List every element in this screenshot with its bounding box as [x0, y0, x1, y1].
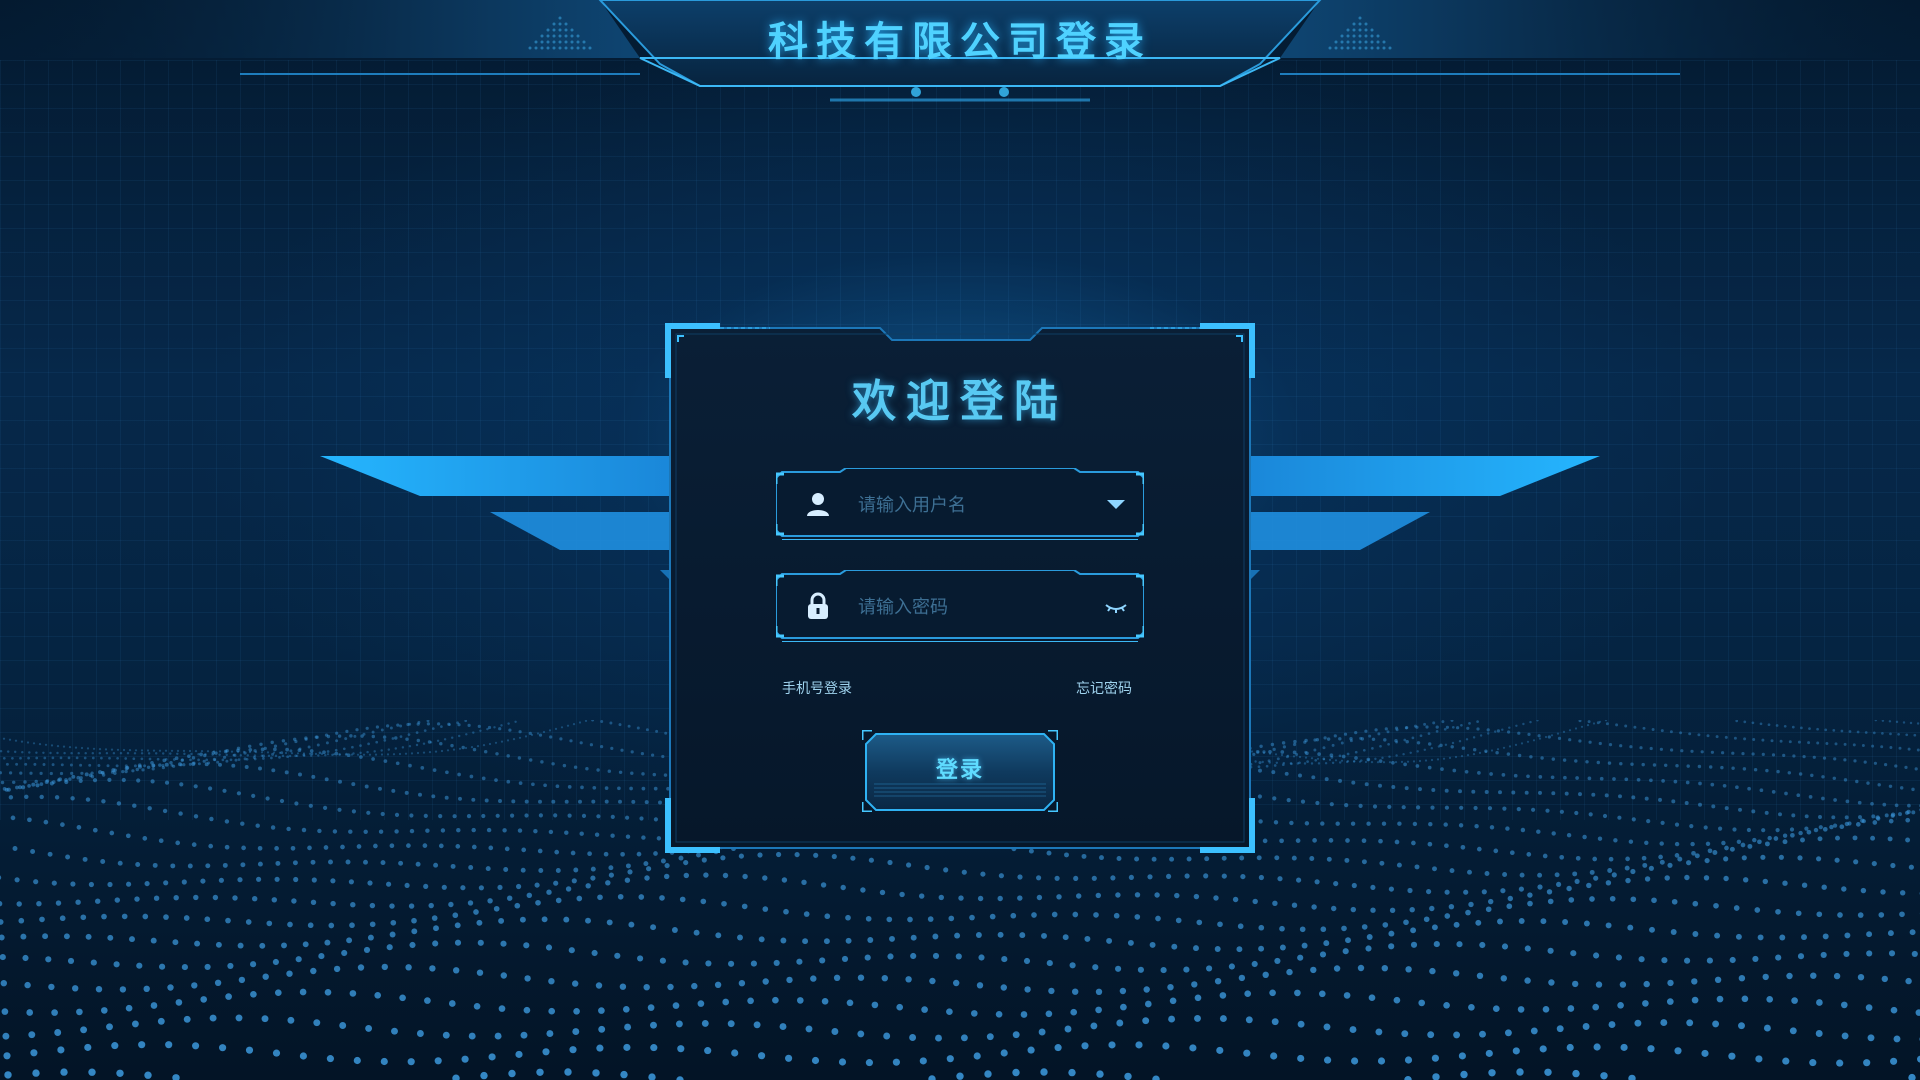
password-input[interactable] — [856, 586, 1080, 628]
login-screen: 科技有限公司登录 欢迎登陆 请输入用户名 手机号登录 忘记密码 登录 — [0, 0, 1920, 1080]
lock-icon — [808, 592, 828, 619]
username-field[interactable] — [776, 468, 1144, 540]
login-button-label: 登录 — [935, 758, 984, 783]
page-title: 科技有限公司登录 — [768, 19, 1152, 65]
login-button[interactable]: 登录 — [862, 730, 1058, 812]
password-field[interactable] — [776, 570, 1144, 642]
chevron-down-icon[interactable] — [1104, 492, 1128, 516]
phone-login-link[interactable]: 手机号登录 — [782, 678, 852, 698]
user-icon — [807, 493, 829, 516]
welcome-heading: 欢迎登陆 — [852, 376, 1068, 427]
eye-closed-icon[interactable] — [1104, 594, 1128, 618]
username-input[interactable] — [856, 484, 1080, 526]
forgot-password-link[interactable]: 忘记密码 — [1076, 678, 1132, 698]
